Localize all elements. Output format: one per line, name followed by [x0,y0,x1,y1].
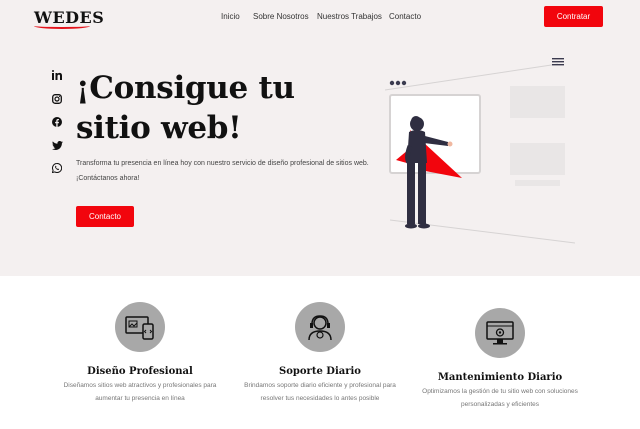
contacto-button[interactable]: Contacto [76,206,134,227]
twitter-icon[interactable] [51,139,63,151]
nav-link-nuestros-trabajos[interactable]: Nuestros Trabajos [317,12,382,21]
contratar-button[interactable]: Contratar [544,6,603,27]
hero-illustration [384,58,576,244]
hero-section: WEDES Inicio Sobre Nosotros Nuestros Tra… [0,0,640,276]
instagram-icon[interactable] [51,93,63,105]
linkedin-icon[interactable] [51,69,63,81]
feature-mantenimiento-diario: Mantenimiento Diario Optimizamos la gest… [420,308,580,411]
feature-title: Diseño Profesional [87,366,193,377]
facebook-icon[interactable] [51,116,63,128]
nav-link-sobre-nosotros[interactable]: Sobre Nosotros [253,12,309,21]
hero-title: ¡Consigue tu sitio web! [76,70,295,146]
feature-diseno-profesional: Diseño Profesional Diseñamos sitios web … [60,302,220,405]
feature-description: Brindamos soporte diario eficiente y pro… [244,382,396,402]
support-agent-icon [295,302,345,352]
feature-description: Optimizamos la gestión de tu sitio web c… [422,388,578,408]
feature-title: Soporte Diario [279,366,361,377]
monitor-settings-icon [475,308,525,358]
feature-description: Diseñamos sitios web atractivos y profes… [63,382,217,402]
nav-link-contacto[interactable]: Contacto [389,12,421,21]
feature-soporte-diario: Soporte Diario Brindamos soporte diario … [240,302,400,405]
web-design-icon [115,302,165,352]
feature-title: Mantenimiento Diario [437,372,563,383]
features-section: Diseño Profesional Diseñamos sitios web … [0,276,640,429]
hero-description: Transforma tu presencia en línea hoy con… [76,160,369,182]
whatsapp-icon[interactable] [51,162,63,174]
nav-link-inicio[interactable]: Inicio [221,12,240,21]
logo-swoosh [34,23,90,29]
